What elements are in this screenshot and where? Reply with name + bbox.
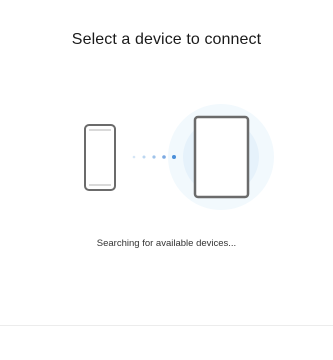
- phone-icon: [84, 124, 116, 191]
- searching-status-text: Searching for available devices...: [96, 238, 237, 249]
- connect-device-screen: Select a device to connect Searching for…: [0, 0, 333, 360]
- device-search-illustration: [84, 104, 274, 210]
- bottom-bar: [0, 326, 333, 360]
- tablet-icon: [193, 115, 250, 199]
